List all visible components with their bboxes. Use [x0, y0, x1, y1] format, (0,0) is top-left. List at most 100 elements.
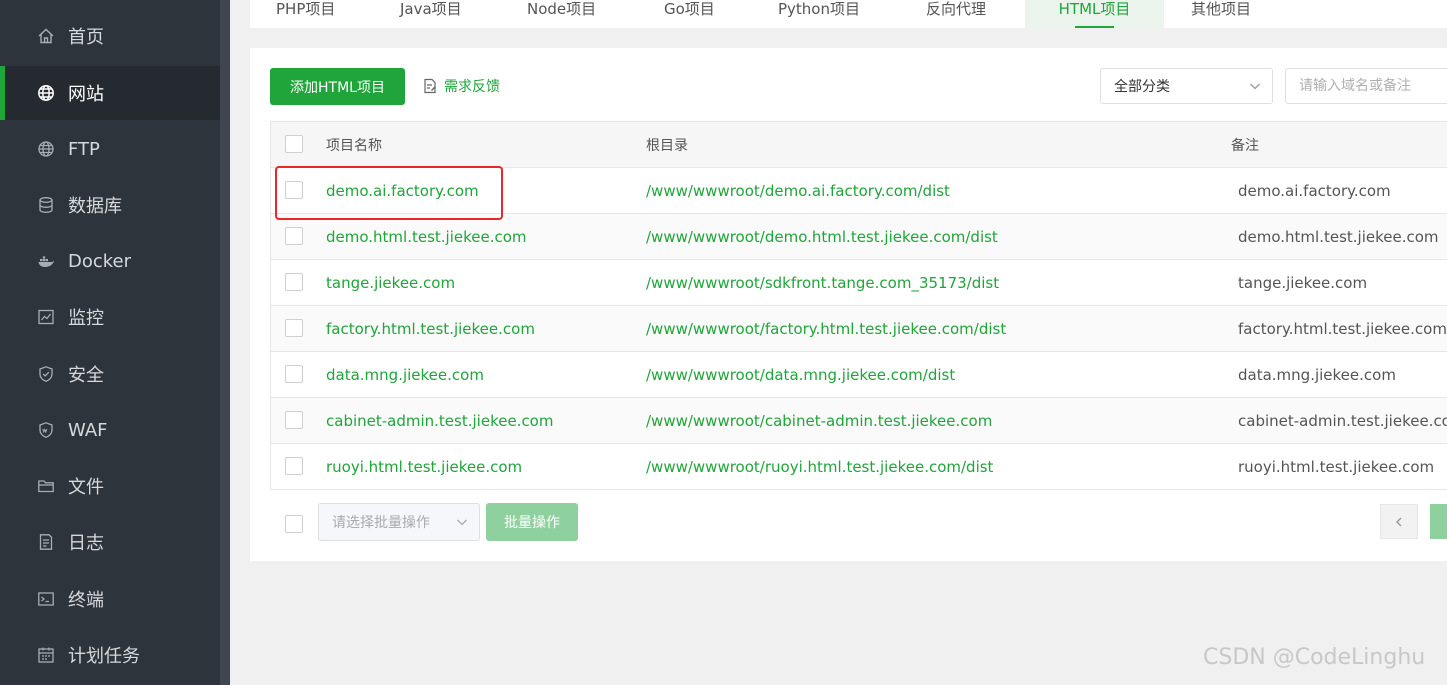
main-panel: 添加HTML项目 需求反馈 全部分类 项目名称 根目录 备注 demo.ai.f…: [250, 48, 1447, 561]
sidebar-item-label: 终端: [68, 590, 104, 611]
table-row: demo.ai.factory.com /www/wwwroot/demo.ai…: [271, 168, 1447, 214]
sidebar-item-label: 首页: [68, 27, 104, 48]
sidebar-scrollbar[interactable]: [220, 0, 230, 685]
table-row: data.mng.jiekee.com /www/wwwroot/data.mn…: [271, 352, 1447, 398]
project-root-link[interactable]: /www/wwwroot/demo.html.test.jiekee.com/d…: [646, 214, 998, 259]
sidebar-item-label: 监控: [68, 308, 104, 329]
project-name-link[interactable]: tange.jiekee.com: [326, 260, 455, 305]
docker-icon: [37, 252, 55, 270]
globe-icon: [37, 84, 55, 102]
project-name-link[interactable]: data.mng.jiekee.com: [326, 352, 484, 397]
sidebar-nav: 首页 网站 FTP 数据库 Docker 监控 安全 WAF 文件 日志 终端 …: [0, 0, 220, 685]
sidebar-item-label: Docker: [68, 250, 132, 272]
sidebar-item-label: 数据库: [68, 196, 122, 217]
row-checkbox[interactable]: [285, 319, 303, 337]
sidebar-item-logs[interactable]: 日志: [0, 515, 220, 569]
chevron-left-icon: [1396, 517, 1402, 526]
sidebar-item-label: FTP: [68, 138, 100, 160]
project-note[interactable]: demo.ai.factory.com: [1238, 168, 1391, 213]
project-name-link[interactable]: demo.html.test.jiekee.com: [326, 214, 527, 259]
tab-reverse-proxy[interactable]: 反向代理: [926, 0, 986, 28]
tab-html[interactable]: HTML项目: [1025, 0, 1164, 28]
batch-select-placeholder: 请选择批量操作: [332, 515, 430, 531]
chevron-down-icon: [1248, 79, 1262, 93]
project-note[interactable]: factory.html.test.jiekee.com: [1238, 306, 1447, 351]
select-all-checkbox[interactable]: [285, 135, 303, 153]
tab-java[interactable]: Java项目: [400, 0, 462, 28]
project-name-link[interactable]: cabinet-admin.test.jiekee.com: [326, 398, 553, 443]
projects-table: 项目名称 根目录 备注 demo.ai.factory.com /www/www…: [270, 121, 1447, 490]
row-checkbox[interactable]: [285, 457, 303, 475]
project-name-link[interactable]: factory.html.test.jiekee.com: [326, 306, 535, 351]
sidebar-item-waf[interactable]: WAF: [0, 403, 220, 457]
sidebar-item-database[interactable]: 数据库: [0, 178, 220, 232]
log-document-icon: [37, 533, 55, 551]
project-note[interactable]: ruoyi.html.test.jiekee.com: [1238, 444, 1434, 489]
feedback-label: 需求反馈: [444, 79, 500, 95]
row-checkbox[interactable]: [285, 411, 303, 429]
sidebar-item-files[interactable]: 文件: [0, 459, 220, 513]
sidebar-item-label: 计划任务: [68, 646, 140, 667]
row-checkbox[interactable]: [285, 181, 303, 199]
table-row: tange.jiekee.com /www/wwwroot/sdkfront.t…: [271, 260, 1447, 306]
table-row: factory.html.test.jiekee.com /www/wwwroo…: [271, 306, 1447, 352]
feedback-edit-icon: [422, 78, 438, 94]
tab-other[interactable]: 其他项目: [1191, 0, 1251, 28]
waf-shield-icon: [37, 421, 55, 439]
sidebar-item-cron[interactable]: 计划任务: [0, 628, 220, 682]
sidebar-item-website[interactable]: 网站: [0, 66, 220, 120]
project-root-link[interactable]: /www/wwwroot/demo.ai.factory.com/dist: [646, 168, 950, 213]
table-row: ruoyi.html.test.jiekee.com /www/wwwroot/…: [271, 444, 1447, 490]
search-input[interactable]: [1285, 68, 1447, 104]
pagination-prev-button[interactable]: [1380, 504, 1418, 539]
header-note: 备注: [1231, 137, 1259, 154]
ftp-globe-icon: [37, 140, 55, 158]
batch-operation-select[interactable]: 请选择批量操作: [318, 503, 480, 541]
category-value: 全部分类: [1114, 79, 1170, 95]
project-root-link[interactable]: /www/wwwroot/cabinet-admin.test.jiekee.c…: [646, 398, 992, 443]
project-name-link[interactable]: demo.ai.factory.com: [326, 168, 479, 213]
row-checkbox[interactable]: [285, 227, 303, 245]
project-root-link[interactable]: /www/wwwroot/ruoyi.html.test.jiekee.com/…: [646, 444, 993, 489]
project-note[interactable]: cabinet-admin.test.jiekee.com: [1238, 398, 1447, 443]
calendar-icon: [37, 646, 55, 664]
row-checkbox[interactable]: [285, 273, 303, 291]
table-row: demo.html.test.jiekee.com /www/wwwroot/d…: [271, 214, 1447, 260]
table-header: 项目名称 根目录 备注: [271, 122, 1447, 168]
footer-select-all-checkbox[interactable]: [285, 515, 303, 533]
pagination-current-page[interactable]: [1430, 504, 1447, 539]
project-root-link[interactable]: /www/wwwroot/data.mng.jiekee.com/dist: [646, 352, 955, 397]
header-name: 项目名称: [326, 137, 382, 154]
watermark: CSDN @CodeLinghu: [1203, 645, 1426, 670]
sidebar: 首页 网站 FTP 数据库 Docker 监控 安全 WAF 文件 日志 终端 …: [0, 0, 230, 685]
database-icon: [37, 196, 55, 214]
project-note[interactable]: tange.jiekee.com: [1238, 260, 1367, 305]
sidebar-item-ftp[interactable]: FTP: [0, 122, 220, 176]
batch-operation-button[interactable]: 批量操作: [486, 503, 578, 541]
project-root-link[interactable]: /www/wwwroot/factory.html.test.jiekee.co…: [646, 306, 1006, 351]
project-note[interactable]: demo.html.test.jiekee.com: [1238, 214, 1439, 259]
category-select[interactable]: 全部分类: [1100, 68, 1273, 104]
sidebar-item-monitor[interactable]: 监控: [0, 290, 220, 344]
project-root-link[interactable]: /www/wwwroot/sdkfront.tange.com_35173/di…: [646, 260, 999, 305]
sidebar-item-home[interactable]: 首页: [0, 9, 220, 63]
project-note[interactable]: data.mng.jiekee.com: [1238, 352, 1396, 397]
sidebar-item-terminal[interactable]: 终端: [0, 572, 220, 626]
folder-icon: [37, 477, 55, 495]
sidebar-item-label: 网站: [68, 84, 104, 105]
tab-go[interactable]: Go项目: [664, 0, 715, 28]
tab-node[interactable]: Node项目: [527, 0, 596, 28]
terminal-icon: [37, 590, 55, 608]
sidebar-item-docker[interactable]: Docker: [0, 234, 220, 288]
add-html-project-button[interactable]: 添加HTML项目: [270, 68, 405, 105]
home-icon: [37, 27, 55, 45]
tab-python[interactable]: Python项目: [778, 0, 860, 28]
row-checkbox[interactable]: [285, 365, 303, 383]
sidebar-item-label: 安全: [68, 365, 104, 386]
sidebar-item-security[interactable]: 安全: [0, 347, 220, 401]
feedback-link[interactable]: 需求反馈: [422, 76, 500, 96]
sidebar-item-label: WAF: [68, 419, 108, 441]
chevron-down-icon: [455, 515, 469, 529]
tab-php[interactable]: PHP项目: [276, 0, 335, 28]
project-name-link[interactable]: ruoyi.html.test.jiekee.com: [326, 444, 522, 489]
